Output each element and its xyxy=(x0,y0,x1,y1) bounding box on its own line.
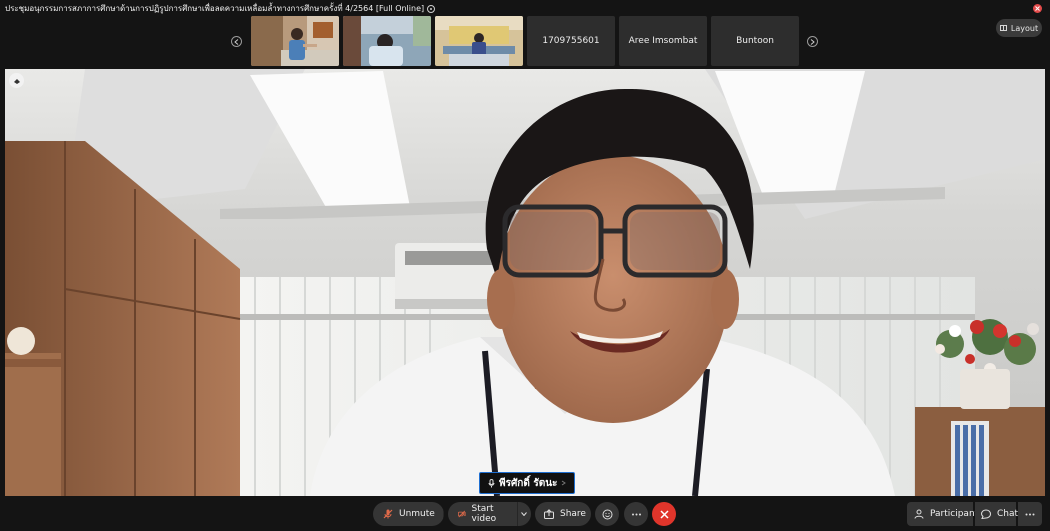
participant-name: 1709755601 xyxy=(542,36,600,46)
chat-bubble-icon xyxy=(981,509,991,519)
participant-name-tile[interactable]: Buntoon xyxy=(711,16,799,66)
muted-mic-icon xyxy=(383,509,393,519)
participant-video-thumbnail[interactable] xyxy=(251,16,339,66)
leave-meeting-button[interactable] xyxy=(652,502,676,526)
meeting-title-text: ประชุมอนุกรรมการสภาการศึกษาด้านการปฏิรูป… xyxy=(5,4,425,13)
speaker-video-frame xyxy=(5,69,1045,496)
active-speaker-label: พีรศักดิ์ รัตนะ xyxy=(479,472,576,494)
unmute-button[interactable]: Unmute xyxy=(373,502,443,526)
strip-next-button[interactable] xyxy=(807,36,818,47)
video-indicator-icon xyxy=(9,73,24,88)
participant-video-thumbnail[interactable] xyxy=(435,16,523,66)
chevron-right-icon xyxy=(810,38,815,45)
chat-button[interactable]: Chat xyxy=(975,502,1019,526)
layout-button[interactable]: Layout xyxy=(996,19,1042,37)
layout-button-label: Layout xyxy=(1010,23,1039,33)
unmute-button-label: Unmute xyxy=(399,509,435,519)
chat-button-label: Chat xyxy=(997,509,1019,519)
participant-name-tile[interactable]: 1709755601 xyxy=(527,16,615,66)
meeting-info-icon[interactable] xyxy=(427,5,436,13)
strip-prev-button[interactable] xyxy=(231,36,242,47)
more-horizontal-icon xyxy=(1025,513,1035,515)
participants-icon xyxy=(914,509,924,519)
active-speaker-name: พีรศักดิ์ รัตนะ xyxy=(499,477,558,489)
start-video-control: Start video xyxy=(448,502,531,526)
reactions-button[interactable] xyxy=(595,502,619,526)
participants-button[interactable]: Participants xyxy=(907,502,983,526)
camera-off-icon xyxy=(458,510,466,518)
main-video[interactable] xyxy=(5,69,1045,496)
share-screen-icon xyxy=(544,509,554,519)
muted-mic-icon xyxy=(488,478,495,487)
start-video-button[interactable]: Start video xyxy=(448,502,517,526)
start-video-button-label: Start video xyxy=(471,504,497,524)
unmute-control: Unmute xyxy=(373,502,444,526)
participant-video-thumbnail[interactable] xyxy=(343,16,431,66)
more-options-button[interactable] xyxy=(624,502,648,526)
share-button-label: Share xyxy=(560,509,586,519)
share-button[interactable]: Share xyxy=(535,502,591,526)
layout-grid-icon xyxy=(999,25,1007,31)
meeting-title: ประชุมอนุกรรมการสภาการศึกษาด้านการปฏิรูป… xyxy=(5,3,436,15)
close-window-button[interactable] xyxy=(1033,4,1042,13)
video-options-button[interactable] xyxy=(516,502,531,526)
participant-name-tile[interactable]: Aree Imsombat xyxy=(619,16,707,66)
participant-name: Buntoon xyxy=(736,36,774,46)
chevron-left-icon xyxy=(234,38,239,45)
audio-level-icon xyxy=(562,480,567,486)
participant-name: Aree Imsombat xyxy=(628,36,698,46)
chevron-down-icon xyxy=(521,512,528,516)
audio-options-button[interactable] xyxy=(442,502,444,526)
close-icon xyxy=(1035,6,1040,11)
more-horizontal-icon xyxy=(631,513,641,515)
more-panels-button[interactable] xyxy=(1018,502,1042,526)
emoji-reaction-icon xyxy=(602,509,612,519)
close-icon xyxy=(659,509,669,519)
